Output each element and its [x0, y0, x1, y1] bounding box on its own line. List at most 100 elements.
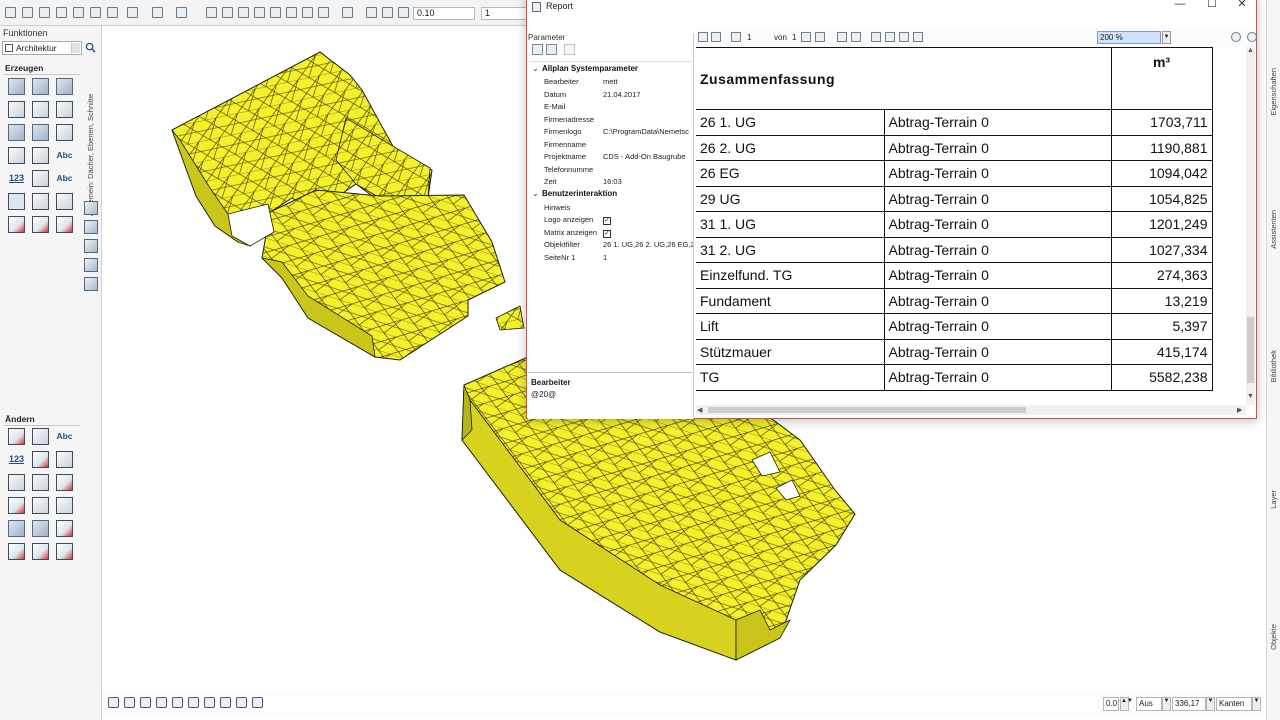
param-value[interactable]: mett: [603, 77, 693, 86]
save-icon[interactable]: [39, 7, 50, 18]
report-titlebar[interactable]: Report — ☐ ✕: [527, 0, 1256, 15]
split-tool-icon[interactable]: [32, 216, 49, 233]
tab-layer[interactable]: Layer: [1269, 490, 1279, 509]
sort-alphabetical-icon[interactable]: [546, 44, 557, 55]
param-value[interactable]: C:\ProgramData\Nemetsc: [603, 127, 693, 136]
page-setup-icon[interactable]: [899, 32, 909, 42]
zoom-select[interactable]: 200 %: [1097, 31, 1161, 44]
new-file-icon[interactable]: [5, 7, 16, 18]
horizontal-scroll-thumb[interactable]: [708, 407, 1026, 413]
camera-icon[interactable]: [220, 697, 231, 708]
param-row[interactable]: Bearbeiter mett: [544, 76, 692, 88]
modify-stair-icon[interactable]: [56, 497, 73, 514]
param-row[interactable]: Objektfilter 26 1. UG,26 2. UG,26 EG,29: [544, 239, 693, 251]
delete-icon[interactable]: [254, 7, 265, 18]
param-row[interactable]: Firmenname: [544, 139, 692, 151]
side-tool-icon[interactable]: [84, 239, 98, 253]
paste-icon[interactable]: [127, 7, 138, 18]
param-value[interactable]: 1: [603, 253, 693, 262]
modify-text-icon[interactable]: Abc: [56, 428, 73, 445]
view-icon[interactable]: [270, 7, 281, 18]
scroll-down-icon[interactable]: ▼: [1247, 393, 1254, 400]
layout-icon[interactable]: [73, 7, 84, 18]
slab-tool-icon[interactable]: [32, 78, 49, 95]
close-view-icon[interactable]: [124, 697, 135, 708]
param-value[interactable]: 21.04.2017: [603, 90, 693, 99]
param-row[interactable]: Logo anzeigen ✓: [544, 214, 692, 226]
modify-number-icon[interactable]: 123: [8, 451, 25, 468]
door-tool-icon[interactable]: [56, 101, 73, 118]
wall-tool-icon[interactable]: [8, 78, 25, 95]
navigation-icon[interactable]: [108, 697, 119, 708]
side-tool-icon[interactable]: [84, 277, 98, 291]
stair-tool-icon[interactable]: [8, 124, 25, 141]
dimension-tool-icon[interactable]: [8, 147, 25, 164]
param-row[interactable]: Projektname CDS - Add-On Baugrube: [544, 151, 692, 163]
param-row[interactable]: Zeit 16:03: [544, 176, 692, 188]
param-row[interactable]: SeiteNr 1 1: [544, 252, 692, 264]
maximize-icon[interactable]: ☐: [1201, 0, 1223, 13]
text-tool-icon[interactable]: Abc: [56, 147, 73, 164]
close-icon[interactable]: ✕: [1231, 0, 1253, 13]
cut-icon[interactable]: [90, 7, 101, 18]
find-next-icon[interactable]: [1247, 32, 1257, 42]
undo-view-icon[interactable]: [172, 697, 183, 708]
zoom-icon[interactable]: [342, 7, 353, 18]
pen-icon[interactable]: [366, 7, 377, 18]
modify-copy-icon[interactable]: [32, 497, 49, 514]
redo-icon[interactable]: [176, 7, 187, 18]
param-row[interactable]: Matrix anzeigen ✓: [544, 227, 692, 239]
report-tool-icon[interactable]: [8, 193, 25, 210]
tab-properties[interactable]: Eigenschaften: [1269, 68, 1279, 116]
refresh-icon[interactable]: [851, 32, 861, 42]
minimize-icon[interactable]: —: [1169, 0, 1191, 13]
tab-library[interactable]: Bibliothek: [1269, 350, 1279, 383]
logo-checkbox[interactable]: ✓: [603, 217, 611, 225]
level-tool-icon[interactable]: [32, 147, 49, 164]
param-row[interactable]: Datum 21.04.2017: [544, 89, 692, 101]
section-view-tool-icon[interactable]: [56, 193, 73, 210]
line-icon[interactable]: [206, 7, 217, 18]
stop-icon[interactable]: [837, 32, 847, 42]
label-tool-icon[interactable]: Abc: [56, 170, 73, 187]
zoom-window-icon[interactable]: [140, 697, 151, 708]
module-select[interactable]: Architektur: [2, 41, 82, 55]
scroll-up-icon[interactable]: ▲: [1247, 47, 1254, 54]
param-value[interactable]: 16:03: [603, 177, 693, 186]
opening-tool-icon[interactable]: [56, 124, 73, 141]
current-page-field[interactable]: 1: [747, 33, 751, 42]
modify-roof-icon[interactable]: [8, 520, 25, 537]
line-type-field[interactable]: 1: [481, 7, 529, 20]
modify-properties-icon[interactable]: [8, 428, 25, 445]
categorized-view-icon[interactable]: [532, 44, 543, 55]
redo-view-icon[interactable]: [188, 697, 199, 708]
numbering-tool-icon[interactable]: 123: [8, 170, 25, 187]
horizontal-scrollbar[interactable]: ◀ ▶: [696, 405, 1246, 415]
param-value[interactable]: CDS - Add-On Baugrube: [603, 152, 693, 161]
modify-transform-icon[interactable]: [56, 543, 73, 560]
last-page-icon[interactable]: [815, 32, 825, 42]
modify-layer-icon[interactable]: [8, 497, 25, 514]
next-page-icon[interactable]: [801, 32, 811, 42]
param-row[interactable]: E-Mail: [544, 101, 692, 113]
chevron-down-icon[interactable]: ▼: [1162, 697, 1171, 711]
modify-format-icon[interactable]: [32, 451, 49, 468]
chevron-down-icon[interactable]: ▼: [1206, 697, 1215, 711]
column-tool-icon[interactable]: [8, 101, 25, 118]
modify-zoom-icon[interactable]: [56, 451, 73, 468]
tab-objects[interactable]: Objekte: [1269, 624, 1279, 650]
find-icon[interactable]: [1231, 32, 1241, 42]
first-page-icon[interactable]: [711, 32, 721, 42]
rectangle-icon[interactable]: [222, 7, 233, 18]
join-tool-icon[interactable]: [56, 216, 73, 233]
pen-thickness-field[interactable]: 0.10: [413, 7, 475, 20]
modify-house-icon[interactable]: [32, 520, 49, 537]
export-view-icon[interactable]: [236, 697, 247, 708]
grid-tool-icon[interactable]: [32, 170, 49, 187]
room-tool-icon[interactable]: [32, 124, 49, 141]
render-icon[interactable]: [302, 7, 313, 18]
zoom-all-icon[interactable]: [156, 697, 167, 708]
snap-mode-select[interactable]: Aus: [1136, 697, 1162, 711]
export-format-icon[interactable]: [913, 32, 923, 42]
modify-delete-icon[interactable]: [8, 543, 25, 560]
